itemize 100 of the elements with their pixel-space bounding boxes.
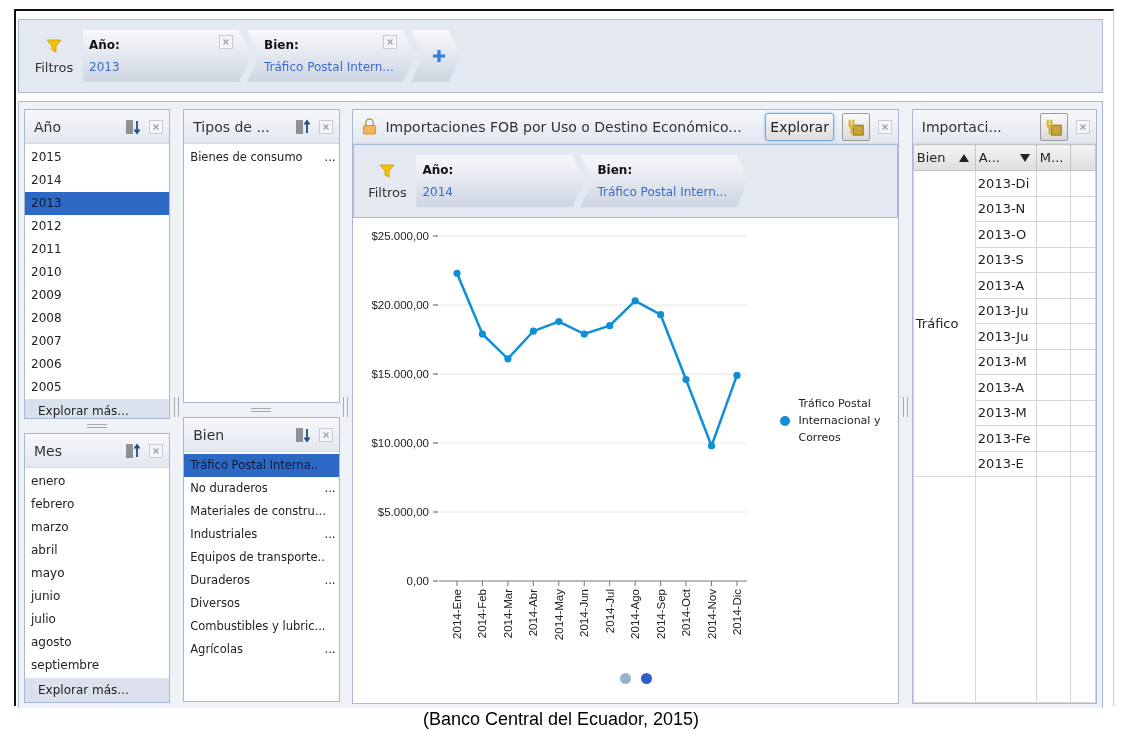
data-point[interactable] <box>606 322 614 330</box>
close-icon[interactable] <box>383 35 397 49</box>
table-cell: Tráfico <box>913 170 976 477</box>
data-point[interactable] <box>708 442 716 450</box>
settings-button[interactable] <box>841 112 870 141</box>
sort-ascending-icon[interactable] <box>958 153 969 162</box>
list-item[interactable]: febrero <box>25 493 170 516</box>
list-item[interactable]: agosto <box>25 631 170 654</box>
table-cell: 2013-M <box>975 349 1037 375</box>
lock-icon <box>362 118 378 135</box>
page-dot[interactable] <box>640 673 652 684</box>
chip-value[interactable]: Tráfico Postal Intern... <box>264 60 394 74</box>
list-item[interactable]: enero <box>25 470 170 493</box>
y-tick-label: $20.000,00 <box>371 299 430 311</box>
list-item[interactable]: Materiales de constru... <box>184 500 339 523</box>
close-icon[interactable] <box>318 427 333 442</box>
list-item[interactable]: 2012 <box>25 215 170 238</box>
list-item[interactable]: 2015 <box>25 146 170 169</box>
panel-title: Año <box>34 118 62 135</box>
table-cell: 2013-E <box>975 451 1037 477</box>
explore-more-button[interactable]: Explorar más... <box>25 678 170 702</box>
list-item[interactable]: Combustibles y lubric... <box>184 615 339 638</box>
item-ellipsis: ... <box>324 641 336 658</box>
list-item[interactable]: Duraderos ... <box>184 569 339 592</box>
data-point[interactable] <box>453 269 462 277</box>
panel-title: Importaciones FOB por Uso o Destino Económico... <box>385 118 743 135</box>
data-point[interactable] <box>581 330 589 338</box>
data-point[interactable] <box>504 355 512 363</box>
explore-button[interactable]: Explorar <box>765 112 834 141</box>
filter-chip[interactable]: Bien: Tráfico Postal Intern... <box>247 30 415 82</box>
splitter-grip[interactable] <box>251 408 272 412</box>
table-cell: 2013-A <box>975 272 1037 298</box>
table-cell: 2013-S <box>975 247 1037 273</box>
list-item[interactable]: 2011 <box>25 238 170 261</box>
list-item[interactable]: 2009 <box>25 284 170 307</box>
sort-descending-icon[interactable] <box>1019 153 1030 162</box>
list-item[interactable]: 2010 <box>25 261 170 284</box>
x-tick-label: 2014-Mar <box>502 589 515 639</box>
close-icon[interactable] <box>1076 119 1090 134</box>
close-icon[interactable] <box>219 35 233 49</box>
chip-value[interactable]: Tráfico Postal Intern... <box>597 185 728 199</box>
filter-chip[interactable]: Bien: Tráfico Postal Intern... <box>580 155 749 207</box>
tools-icon <box>846 117 865 136</box>
filter-chip[interactable]: Año: 2014 <box>416 155 585 207</box>
splitter-grip[interactable] <box>343 396 349 417</box>
splitter-grip[interactable] <box>87 424 108 428</box>
list-item[interactable]: Diversos <box>184 592 339 615</box>
data-point[interactable] <box>682 375 691 384</box>
list-item[interactable]: abril <box>25 539 170 562</box>
explore-more-button[interactable]: Explorar más... <box>25 399 170 418</box>
x-tick-label: 2014-May <box>553 589 566 641</box>
sort-icon[interactable] <box>125 442 142 459</box>
close-icon[interactable] <box>149 443 164 458</box>
list-item[interactable]: Agrícolas ... <box>184 638 339 661</box>
data-point[interactable] <box>632 297 640 305</box>
list-item[interactable]: 2007 <box>25 330 170 353</box>
close-icon[interactable] <box>318 119 333 134</box>
item-label: Industriales <box>190 526 258 543</box>
close-icon[interactable] <box>149 119 164 134</box>
add-filter-button[interactable] <box>411 30 461 82</box>
table-cell: 2013-Fe <box>975 425 1037 451</box>
data-point[interactable] <box>657 311 665 319</box>
close-icon[interactable] <box>877 119 892 134</box>
panel-title: Mes <box>34 442 63 459</box>
list-item[interactable]: 2005 <box>25 376 170 399</box>
sort-icon[interactable] <box>294 118 311 135</box>
table-cell: 2013-Ju <box>975 298 1037 324</box>
splitter-grip[interactable] <box>902 396 908 417</box>
list-item[interactable]: 2014 <box>25 169 170 192</box>
list-item[interactable]: 2008 <box>25 307 170 330</box>
filter-chip[interactable]: Año: 2013 <box>83 30 251 82</box>
list-item[interactable]: septiembre <box>25 654 170 677</box>
list-item[interactable]: mayo <box>25 562 170 585</box>
sort-icon[interactable] <box>294 426 311 443</box>
data-point[interactable] <box>479 330 487 338</box>
data-point[interactable] <box>733 371 741 379</box>
list-item[interactable]: marzo <box>25 516 170 539</box>
page-dot[interactable] <box>619 673 631 684</box>
splitter-grip[interactable] <box>174 396 180 417</box>
column-header[interactable]: M... <box>1036 144 1071 171</box>
panel-title: Tipos de ... <box>193 118 271 135</box>
list-item[interactable]: Bienes de consumo ... <box>184 146 339 169</box>
settings-button[interactable] <box>1040 112 1068 141</box>
list-item[interactable]: No duraderos ... <box>184 477 339 500</box>
sort-icon[interactable] <box>125 118 142 135</box>
chip-value[interactable]: 2013 <box>89 60 120 74</box>
list-item[interactable]: julio <box>25 608 170 631</box>
column-label: A... <box>978 150 1000 165</box>
list-item[interactable]: Industriales ... <box>184 523 339 546</box>
list-item[interactable]: 2006 <box>25 353 170 376</box>
chip-value[interactable]: 2014 <box>422 185 453 199</box>
list-item[interactable]: junio <box>25 585 170 608</box>
column-header[interactable]: A... <box>975 144 1037 171</box>
data-point[interactable] <box>555 317 563 326</box>
x-tick-label: 2014-Dic <box>731 589 744 636</box>
column-header[interactable]: Bien <box>913 144 976 171</box>
data-point[interactable] <box>530 327 538 335</box>
table-cell: 2013-A <box>975 374 1037 400</box>
list-item[interactable]: Equipos de transporte.. <box>184 546 339 569</box>
column-label: Bien <box>916 150 946 165</box>
